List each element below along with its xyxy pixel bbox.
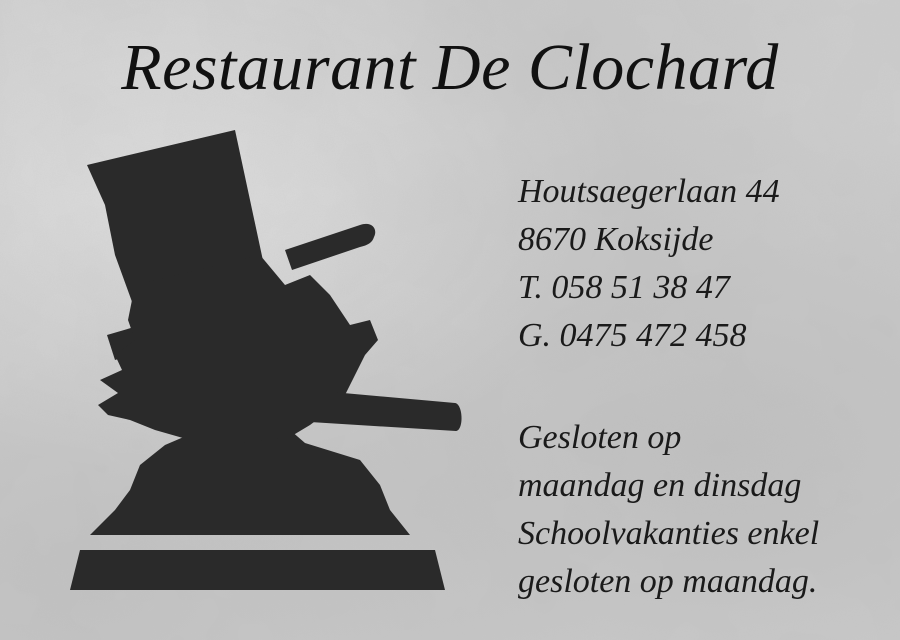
mobile-number[interactable]: G. 0475 472 458 <box>518 312 888 360</box>
restaurant-title: Restaurant De Clochard <box>121 31 779 104</box>
hours-line-2: maandag en dinsdag <box>518 467 802 504</box>
address-street: Houtsaegerlaan 44 <box>518 173 780 210</box>
hours-line-1: Gesloten op <box>518 419 682 456</box>
restaurant-card: Restaurant De Clochard Houtsaegerlaan 44… <box>0 0 900 640</box>
cigar-shape <box>310 390 462 431</box>
plinth-shape <box>70 550 445 590</box>
opening-hours-block: Gesloten op maandag en dinsdag Schoolvak… <box>518 414 893 606</box>
phone-number[interactable]: T. 058 51 38 47 <box>518 264 888 312</box>
hours-line-4: gesloten op maandag. <box>518 563 818 600</box>
clochard-silhouette-icon <box>70 130 462 590</box>
address-block: Houtsaegerlaan 44 8670 Koksijde T. 058 5… <box>518 168 888 360</box>
hours-line-3: Schoolvakanties enkel <box>518 515 820 552</box>
address-city: 8670 Koksijde <box>518 221 714 258</box>
